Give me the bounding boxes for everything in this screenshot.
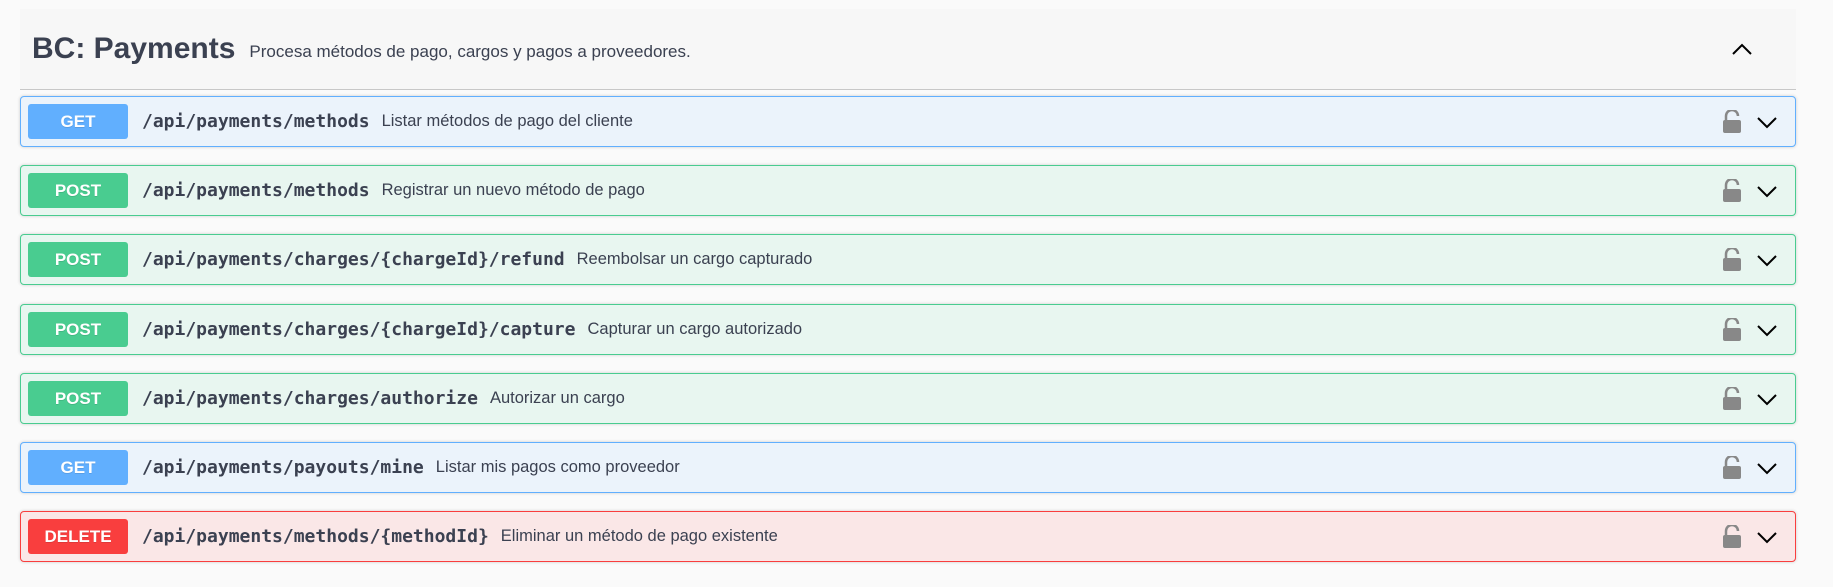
expand-button[interactable] xyxy=(1753,385,1781,413)
operation-row[interactable]: POST /api/payments/charges/{chargeId}/re… xyxy=(20,234,1796,285)
endpoint-path: /api/payments/payouts/mine xyxy=(142,457,424,478)
tag-header[interactable]: BC: Payments Procesa métodos de pago, ca… xyxy=(20,9,1796,90)
lock-icon xyxy=(1723,386,1741,410)
operation-row[interactable]: POST /api/payments/charges/authorize Aut… xyxy=(20,373,1796,424)
endpoint-summary: Registrar un nuevo método de pago xyxy=(381,181,645,199)
chevron-down-icon xyxy=(1757,185,1777,197)
method-badge: POST xyxy=(28,381,128,416)
chevron-down-icon xyxy=(1757,393,1777,405)
method-badge: DELETE xyxy=(28,519,128,554)
operation-row[interactable]: DELETE /api/payments/methods/{methodId} … xyxy=(20,511,1796,562)
authorization-button[interactable] xyxy=(1719,522,1745,552)
endpoint-summary: Eliminar un método de pago existente xyxy=(500,527,778,545)
endpoint-summary: Listar mis pagos como proveedor xyxy=(435,458,680,476)
authorization-button[interactable] xyxy=(1719,315,1745,345)
chevron-down-icon xyxy=(1757,462,1777,474)
endpoint-summary: Reembolsar un cargo capturado xyxy=(576,250,813,268)
authorization-button[interactable] xyxy=(1719,176,1745,206)
tag-title: BC: Payments xyxy=(32,32,236,65)
method-badge: GET xyxy=(28,104,128,139)
lock-icon xyxy=(1723,109,1741,133)
endpoint-path: /api/payments/methods/{methodId} xyxy=(142,526,489,547)
chevron-down-icon xyxy=(1757,116,1777,128)
expand-button[interactable] xyxy=(1753,316,1781,344)
authorization-button[interactable] xyxy=(1719,384,1745,414)
lock-icon xyxy=(1723,455,1741,479)
operation-row[interactable]: POST /api/payments/methods Registrar un … xyxy=(20,165,1796,216)
endpoint-path: /api/payments/charges/{chargeId}/capture xyxy=(142,319,576,340)
authorization-button[interactable] xyxy=(1719,245,1745,275)
endpoint-path: /api/payments/methods xyxy=(142,180,370,201)
method-badge: POST xyxy=(28,173,128,208)
tag-section-payments: BC: Payments Procesa métodos de pago, ca… xyxy=(20,9,1796,562)
authorization-button[interactable] xyxy=(1719,107,1745,137)
endpoint-path: /api/payments/methods xyxy=(142,111,370,132)
chevron-down-icon xyxy=(1757,324,1777,336)
method-badge: POST xyxy=(28,312,128,347)
lock-icon xyxy=(1723,317,1741,341)
lock-icon xyxy=(1723,247,1741,271)
lock-icon xyxy=(1723,524,1741,548)
expand-button[interactable] xyxy=(1753,177,1781,205)
collapse-button[interactable] xyxy=(1726,33,1758,65)
method-badge: GET xyxy=(28,450,128,485)
method-badge: POST xyxy=(28,242,128,277)
operation-row[interactable]: POST /api/payments/charges/{chargeId}/ca… xyxy=(20,304,1796,355)
expand-button[interactable] xyxy=(1753,523,1781,551)
operation-row[interactable]: GET /api/payments/payouts/mine Listar mi… xyxy=(20,442,1796,493)
endpoint-path: /api/payments/charges/authorize xyxy=(142,388,478,409)
expand-button[interactable] xyxy=(1753,454,1781,482)
endpoint-summary: Capturar un cargo autorizado xyxy=(587,320,803,338)
expand-button[interactable] xyxy=(1753,246,1781,274)
expand-button[interactable] xyxy=(1753,108,1781,136)
chevron-down-icon xyxy=(1757,254,1777,266)
authorization-button[interactable] xyxy=(1719,453,1745,483)
endpoint-summary: Autorizar un cargo xyxy=(489,389,625,407)
endpoint-summary: Listar métodos de pago del cliente xyxy=(381,112,633,130)
operation-row[interactable]: GET /api/payments/methods Listar métodos… xyxy=(20,96,1796,147)
lock-icon xyxy=(1723,178,1741,202)
chevron-up-icon xyxy=(1732,43,1752,55)
tag-description: Procesa métodos de pago, cargos y pagos … xyxy=(249,42,691,61)
chevron-down-icon xyxy=(1757,531,1777,543)
endpoint-path: /api/payments/charges/{chargeId}/refund xyxy=(142,249,565,270)
